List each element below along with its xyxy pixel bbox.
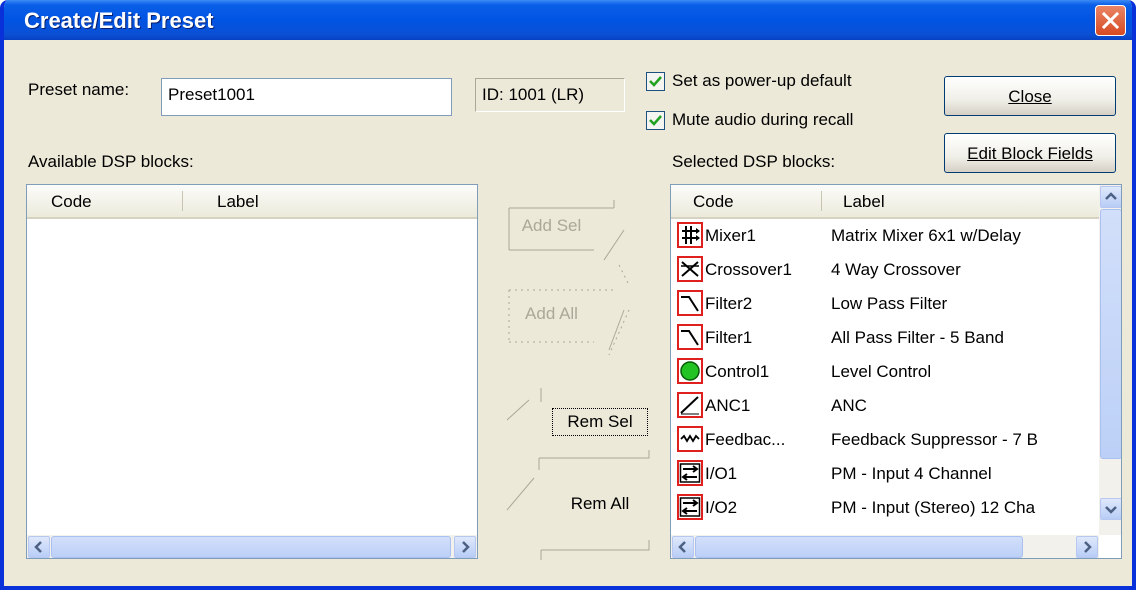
block-code: Filter2 [705, 294, 753, 313]
selected-block-row[interactable]: Feedbac... Feedback Suppressor - 7 B [671, 423, 1099, 457]
selected-block-row[interactable]: Filter2 Low Pass Filter [671, 287, 1099, 321]
block-code: I/O1 [705, 464, 738, 483]
block-label: PM - Input (Stereo) 12 Cha [831, 498, 1036, 517]
block-code: I/O2 [705, 498, 738, 517]
io-icon [677, 494, 703, 520]
level-control-icon [677, 358, 703, 384]
block-label: Low Pass Filter [831, 294, 948, 313]
feedback-suppressor-icon [677, 426, 703, 452]
crossover-icon [677, 256, 703, 282]
checkmark-icon [649, 76, 662, 87]
available-blocks-title: Available DSP blocks: [28, 152, 194, 171]
mute-audio-label: Mute audio during recall [672, 110, 854, 129]
available-scroll-thumb[interactable] [51, 536, 451, 558]
preset-name-label: Preset name: [28, 80, 130, 99]
powerup-default-label: Set as power-up default [672, 71, 852, 90]
selected-list-header: Code Label [671, 185, 1099, 219]
selected-label-column-header[interactable]: Label [843, 192, 885, 212]
selected-blocks-list[interactable]: Code Label Mixer1 Matrix Mixer 6x1 w/Dela… [670, 184, 1122, 559]
block-label: 4 Way Crossover [831, 260, 961, 279]
close-button-label: Close [1008, 87, 1052, 106]
selected-block-row[interactable]: Crossover1 4 Way Crossover [671, 253, 1099, 287]
block-label: Matrix Mixer 6x1 w/Delay [831, 226, 1021, 245]
selected-vertical-scroll-thumb[interactable] [1100, 209, 1121, 459]
selected-vertical-scrollbar[interactable] [1099, 185, 1121, 535]
block-label: Level Control [831, 362, 932, 381]
block-code: Crossover1 [705, 260, 792, 279]
selected-blocks-title: Selected DSP blocks: [672, 152, 836, 171]
block-code: ANC1 [705, 396, 751, 415]
edit-block-fields-button[interactable]: Edit Block Fields [944, 133, 1116, 173]
selected-block-row[interactable]: I/O2 PM - Input (Stereo) 12 Cha [671, 491, 1099, 525]
block-code: Mixer1 [705, 226, 757, 245]
available-list-header: Code Label [27, 185, 477, 219]
powerup-default-checkbox[interactable] [646, 72, 665, 91]
scroll-up-icon[interactable] [1100, 186, 1121, 208]
block-label: Feedback Suppressor - 7 B [831, 430, 1038, 449]
selected-rows-container: Mixer1 Matrix Mixer 6x1 w/Delay Crossover1… [671, 219, 1099, 533]
selected-horizontal-scroll-thumb[interactable] [695, 536, 1023, 558]
preset-id-display: ID: 1001 (LR) [475, 78, 625, 112]
block-label: ANC [831, 396, 867, 415]
column-separator[interactable] [182, 191, 183, 211]
edit-block-fields-label: Edit Block Fields [967, 144, 1093, 163]
checkmark-icon [649, 115, 662, 126]
scroll-down-icon[interactable] [1100, 498, 1121, 520]
preset-name-input[interactable]: Preset1001 [161, 78, 452, 116]
scroll-right-icon[interactable] [1076, 536, 1098, 558]
scroll-left-icon[interactable] [672, 536, 694, 558]
selected-block-row[interactable]: ANC1 ANC [671, 389, 1099, 423]
selected-code-column-header[interactable]: Code [693, 192, 734, 212]
low-pass-filter-icon [677, 290, 703, 316]
block-code: Control1 [705, 362, 770, 381]
add-buttons-frame [508, 200, 630, 356]
mute-audio-checkbox[interactable] [646, 111, 665, 130]
selected-block-row[interactable]: Filter1 All Pass Filter - 5 Band [671, 321, 1099, 355]
anc-icon [677, 392, 703, 418]
close-button[interactable]: Close [944, 76, 1116, 116]
available-blocks-list[interactable]: Code Label [26, 184, 478, 559]
block-label: PM - Input 4 Channel [831, 464, 992, 483]
available-code-column-header[interactable]: Code [51, 192, 92, 212]
selected-block-row[interactable]: I/O1 PM - Input 4 Channel [671, 457, 1099, 491]
rem-buttons-frame [506, 388, 650, 560]
available-label-column-header[interactable]: Label [217, 192, 259, 212]
window-title: Create/Edit Preset [24, 8, 214, 33]
block-code: Feedbac... [705, 430, 786, 449]
selected-horizontal-scrollbar[interactable] [671, 535, 1099, 558]
all-pass-filter-icon [677, 324, 703, 350]
column-separator[interactable] [821, 191, 822, 211]
create-edit-preset-dialog: Create/Edit Preset Preset name: Preset10… [0, 0, 1136, 590]
block-code: Filter1 [705, 328, 753, 347]
title-bar[interactable]: Create/Edit Preset [4, 0, 1132, 40]
scroll-right-icon[interactable] [454, 536, 476, 558]
block-label: All Pass Filter - 5 Band [831, 328, 1004, 347]
mixer-icon [677, 222, 703, 248]
selected-block-row[interactable]: Mixer1 Matrix Mixer 6x1 w/Delay [671, 219, 1099, 253]
add-all-button[interactable]: Add All [504, 304, 599, 324]
io-icon [677, 460, 703, 486]
available-horizontal-scrollbar[interactable] [27, 535, 477, 558]
scroll-left-icon[interactable] [28, 536, 50, 558]
selected-block-row[interactable]: Control1 Level Control [671, 355, 1099, 389]
close-window-icon[interactable] [1095, 5, 1126, 36]
